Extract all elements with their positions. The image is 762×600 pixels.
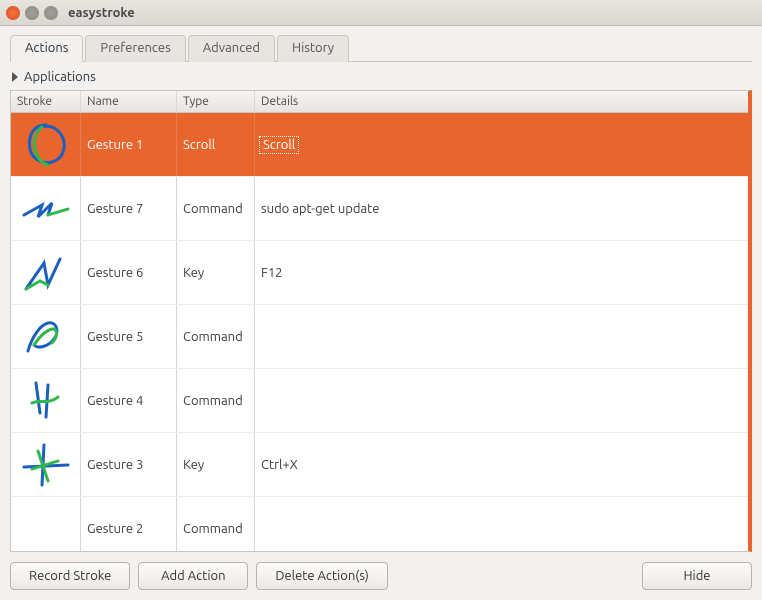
close-icon[interactable] [6, 6, 20, 20]
gesture-name[interactable]: Gesture 4 [81, 369, 177, 432]
table-row[interactable]: Gesture 6KeyF12 [11, 241, 748, 305]
col-details[interactable]: Details [255, 91, 748, 112]
hide-button[interactable]: Hide [642, 562, 752, 590]
expander-label: Applications [24, 70, 96, 84]
titlebar: easystroke [0, 0, 762, 26]
stroke-preview [11, 113, 81, 176]
table-row[interactable]: Gesture 5Command [11, 305, 748, 369]
table-body: Gesture 1ScrollScrollGesture 7Commandsud… [11, 113, 748, 552]
gesture-name[interactable]: Gesture 2 [81, 497, 177, 552]
gesture-name[interactable]: Gesture 3 [81, 433, 177, 496]
stroke-preview [11, 241, 81, 304]
col-stroke[interactable]: Stroke [11, 91, 81, 112]
stroke-preview [11, 177, 81, 240]
actions-table: Stroke Name Type Details Gesture 1Scroll… [10, 90, 752, 552]
tab-preferences[interactable]: Preferences [85, 35, 185, 62]
gesture-details[interactable] [255, 369, 748, 432]
gesture-details[interactable]: F12 [255, 241, 748, 304]
gesture-type[interactable]: Command [177, 369, 255, 432]
table-row[interactable]: Gesture 2Command [11, 497, 748, 552]
tab-label: Advanced [203, 41, 260, 55]
table-row[interactable]: Gesture 4Command [11, 369, 748, 433]
tab-advanced[interactable]: Advanced [188, 35, 275, 62]
gesture-type[interactable]: Scroll [177, 113, 255, 176]
chevron-right-icon [12, 72, 18, 82]
gesture-name[interactable]: Gesture 7 [81, 177, 177, 240]
tab-actions[interactable]: Actions [10, 35, 83, 62]
window-controls [6, 6, 58, 20]
gesture-details[interactable]: sudo apt-get update [255, 177, 748, 240]
stroke-preview [11, 433, 81, 496]
gesture-type[interactable]: Key [177, 433, 255, 496]
maximize-icon[interactable] [44, 6, 58, 20]
tab-label: Actions [25, 41, 68, 55]
tab-label: History [292, 41, 334, 55]
gesture-details[interactable] [255, 497, 748, 552]
record-stroke-button[interactable]: Record Stroke [10, 562, 130, 590]
col-type[interactable]: Type [177, 91, 255, 112]
table-header: Stroke Name Type Details [11, 91, 748, 113]
gesture-details[interactable] [255, 305, 748, 368]
table-row[interactable]: Gesture 7Commandsudo apt-get update [11, 177, 748, 241]
table-row[interactable]: Gesture 1ScrollScroll [11, 113, 748, 177]
tab-history[interactable]: History [277, 35, 349, 62]
gesture-type[interactable]: Command [177, 497, 255, 552]
gesture-details[interactable]: Scroll [255, 113, 748, 176]
gesture-name[interactable]: Gesture 1 [81, 113, 177, 176]
tab-bar: Actions Preferences Advanced History [10, 34, 752, 62]
table-row[interactable]: Gesture 3KeyCtrl+X [11, 433, 748, 497]
stroke-preview [11, 305, 81, 368]
tab-label: Preferences [100, 41, 170, 55]
window-title: easystroke [68, 6, 135, 20]
gesture-type[interactable]: Command [177, 177, 255, 240]
button-row: Record Stroke Add Action Delete Action(s… [10, 552, 752, 590]
col-name[interactable]: Name [81, 91, 177, 112]
gesture-type[interactable]: Key [177, 241, 255, 304]
gesture-name[interactable]: Gesture 6 [81, 241, 177, 304]
stroke-preview [11, 369, 81, 432]
applications-expander[interactable]: Applications [10, 66, 752, 90]
minimize-icon[interactable] [25, 6, 39, 20]
delete-action-button[interactable]: Delete Action(s) [256, 562, 388, 590]
add-action-button[interactable]: Add Action [138, 562, 248, 590]
stroke-preview [11, 497, 81, 552]
content-area: Actions Preferences Advanced History App… [0, 26, 762, 600]
gesture-type[interactable]: Command [177, 305, 255, 368]
gesture-name[interactable]: Gesture 5 [81, 305, 177, 368]
gesture-details[interactable]: Ctrl+X [255, 433, 748, 496]
